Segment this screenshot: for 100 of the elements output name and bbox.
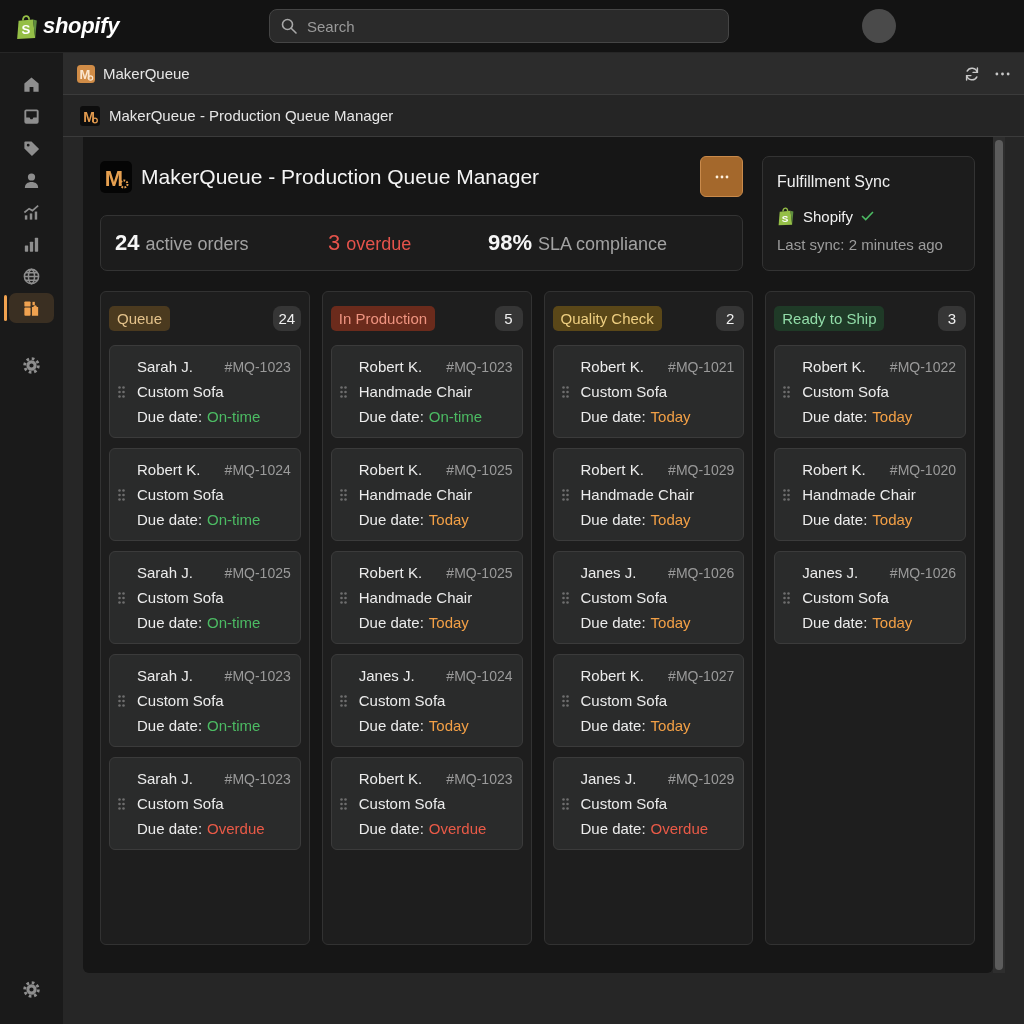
order-number: #MQ-1023: [224, 358, 291, 375]
customer-name: Robert K.: [137, 461, 202, 478]
order-card[interactable]: Robert K. #MQ-1023 Handmade Chair Due date: On-time: [330, 345, 523, 438]
due-label: Due date:: [802, 511, 868, 528]
app-logo: M: [80, 105, 100, 126]
due-status: Overdue: [207, 820, 265, 837]
order-card[interactable]: Robert K. #MQ-1020 Handmade Chair Due date: Today: [774, 448, 966, 541]
drag-handle-icon[interactable]: [339, 488, 347, 501]
drag-handle-icon[interactable]: [118, 694, 125, 707]
customer-name: Sarah J.: [137, 667, 194, 684]
more-button[interactable]: [700, 156, 743, 197]
due-label: Due date:: [358, 408, 424, 425]
due-label: Due date:: [358, 717, 424, 734]
due-label: Due date:: [802, 408, 868, 425]
due-label: Due date:: [358, 820, 424, 837]
drag-handle-icon[interactable]: [561, 797, 569, 810]
drag-handle-icon[interactable]: [339, 385, 347, 398]
order-card[interactable]: Janes J. #MQ-1026 Custom Sofa Due date: Today: [774, 551, 966, 644]
order-number: #MQ-1021: [668, 358, 735, 375]
person-icon: [22, 170, 41, 190]
drag-handle-icon[interactable]: [561, 591, 569, 604]
order-card[interactable]: Janes J. #MQ-1024 Custom Sofa Due date: Today: [330, 654, 523, 747]
order-card[interactable]: Sarah J. #MQ-1023 Custom Sofa Due date: On-time: [109, 345, 301, 438]
due-label: Due date:: [358, 511, 424, 528]
customer-name: Janes J.: [802, 564, 860, 581]
search-icon: [281, 18, 297, 34]
customer-name: Janes J.: [580, 564, 638, 581]
search-field[interactable]: Search: [269, 9, 729, 43]
due-status: Today: [650, 614, 691, 631]
due-label: Due date:: [137, 614, 203, 631]
logo-wordmark: shopify: [43, 13, 120, 39]
order-number: #MQ-1020: [889, 461, 956, 478]
product-name: Custom Sofa: [137, 692, 225, 709]
more-icon: [714, 174, 729, 179]
drag-handle-icon[interactable]: [118, 385, 125, 398]
customer-name: Robert K.: [358, 770, 424, 787]
order-card[interactable]: Robert K. #MQ-1021 Custom Sofa Due date: Today: [552, 345, 745, 438]
drag-handle-icon[interactable]: [783, 385, 791, 398]
order-number: #MQ-1024: [224, 461, 291, 478]
trend-chart-icon: [22, 202, 41, 222]
avatar[interactable]: [862, 9, 896, 43]
product-name: Custom Sofa: [580, 589, 669, 606]
customer-name: Janes J.: [358, 667, 416, 684]
due-status: Today: [650, 408, 691, 425]
drag-handle-icon[interactable]: [339, 694, 347, 707]
count-badge: 24: [272, 305, 301, 331]
order-card[interactable]: Robert K. #MQ-1025 Handmade Chair Due date: Today: [330, 551, 523, 644]
due-status: Today: [872, 614, 913, 631]
drag-handle-icon[interactable]: [783, 591, 791, 604]
drag-handle-icon[interactable]: [118, 591, 125, 604]
refresh-icon[interactable]: [963, 64, 981, 83]
due-label: Due date:: [802, 614, 868, 631]
order-card[interactable]: Robert K. #MQ-1027 Custom Sofa Due date: Today: [552, 654, 745, 747]
due-status: On-time: [207, 614, 261, 631]
order-card[interactable]: Janes J. #MQ-1029 Custom Sofa Due date: Overdue: [552, 757, 745, 850]
order-card[interactable]: Robert K. #MQ-1022 Custom Sofa Due date: Today: [774, 345, 966, 438]
app-logo: M: [100, 160, 132, 193]
customer-name: Robert K.: [580, 358, 645, 375]
drag-handle-icon[interactable]: [339, 797, 347, 810]
drag-handle-icon[interactable]: [118, 488, 125, 501]
column-tag: Queue: [109, 305, 171, 331]
selection-indicator: [4, 295, 7, 321]
due-status: Today: [650, 511, 691, 528]
order-card[interactable]: Sarah J. #MQ-1025 Custom Sofa Due date: On-time: [109, 551, 301, 644]
order-card[interactable]: Robert K. #MQ-1025 Handmade Chair Due date: Today: [330, 448, 523, 541]
inbox-icon: [22, 106, 41, 126]
more-icon[interactable]: [995, 71, 1010, 76]
stat-value: 98%: [488, 230, 533, 256]
due-status: Today: [872, 408, 913, 425]
tag-icon: [22, 138, 41, 158]
order-card[interactable]: Robert K. #MQ-1024 Custom Sofa Due date: On-time: [109, 448, 301, 541]
customer-name: Robert K.: [802, 358, 867, 375]
order-number: #MQ-1029: [668, 770, 735, 787]
globe-icon: [22, 266, 41, 286]
product-name: Custom Sofa: [580, 383, 669, 400]
drag-handle-icon[interactable]: [118, 797, 125, 810]
due-status: Today: [428, 717, 469, 734]
due-label: Due date:: [137, 820, 203, 837]
drag-handle-icon[interactable]: [561, 694, 569, 707]
order-card[interactable]: Robert K. #MQ-1029 Handmade Chair Due date: Today: [552, 448, 745, 541]
order-card[interactable]: Sarah J. #MQ-1023 Custom Sofa Due date: Overdue: [109, 757, 301, 850]
order-card[interactable]: Robert K. #MQ-1023 Custom Sofa Due date: Overdue: [330, 757, 523, 850]
drag-handle-icon[interactable]: [561, 385, 569, 398]
drag-handle-icon[interactable]: [339, 591, 347, 604]
drag-handle-icon[interactable]: [561, 488, 569, 501]
due-label: Due date:: [580, 820, 646, 837]
order-number: #MQ-1025: [446, 461, 513, 478]
product-name: Custom Sofa: [580, 795, 669, 812]
settings-icon: [22, 355, 41, 375]
order-card[interactable]: Sarah J. #MQ-1023 Custom Sofa Due date: On-time: [109, 654, 301, 747]
customer-name: Robert K.: [358, 358, 424, 375]
drag-handle-icon[interactable]: [783, 488, 791, 501]
stat-label: SLA compliance: [538, 234, 668, 255]
due-label: Due date:: [580, 408, 646, 425]
sidebar-item[interactable]: [9, 293, 54, 323]
customer-name: Sarah J.: [137, 564, 194, 581]
due-label: Due date:: [580, 614, 646, 631]
due-status: On-time: [207, 408, 261, 425]
order-card[interactable]: Janes J. #MQ-1026 Custom Sofa Due date: Today: [552, 551, 745, 644]
product-name: Handmade Chair: [358, 383, 474, 400]
